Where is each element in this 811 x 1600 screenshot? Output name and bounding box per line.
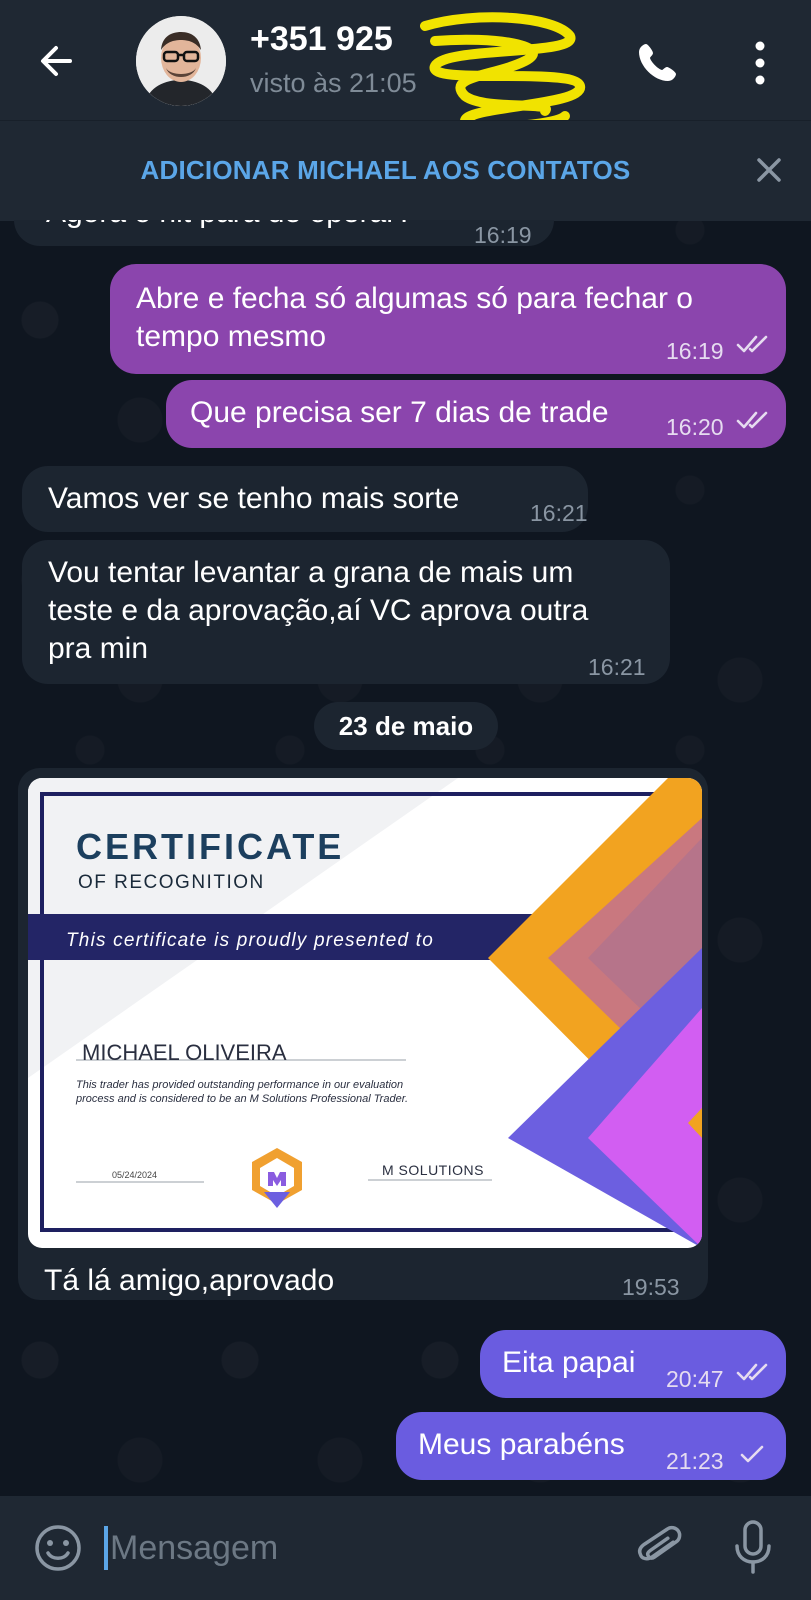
message-bubble-incoming[interactable]: Vou tentar levantar a grana de mais um t… (22, 540, 670, 684)
phone-icon[interactable] (632, 38, 682, 88)
arrow-left-icon[interactable] (32, 36, 82, 86)
message-bubble-outgoing[interactable]: Abre e fecha só algumas só para fechar o… (110, 264, 786, 374)
add-contact-button[interactable]: ADICIONAR MICHAEL AOS CONTATOS (0, 155, 811, 186)
certificate-presented: This certificate is proudly presented to (66, 930, 434, 951)
chat-header: +351 925 visto às 21:05 (0, 0, 811, 132)
message-time: 16:19 (666, 338, 724, 364)
message-text-line: teste e da aprovação,aí VC aprova outra (48, 594, 589, 627)
check-icon (740, 1445, 764, 1463)
contact-title[interactable]: +351 925 (250, 20, 393, 59)
message-bubble-incoming[interactable]: Vamos ver se tenho mais sorte 16:21 (22, 466, 588, 532)
message-time: 21:23 (666, 1448, 724, 1474)
message-time: 19:53 (622, 1274, 680, 1300)
paperclip-icon[interactable] (632, 1520, 688, 1576)
message-text: Meus parabéns (418, 1428, 625, 1461)
certificate-company: M SOLUTIONS (382, 1162, 484, 1178)
message-text-line: tempo mesmo (136, 320, 327, 353)
certificate-subtitle: OF RECOGNITION (78, 872, 265, 893)
message-bubble-outgoing[interactable]: Eita papai 20:47 (480, 1330, 786, 1398)
date-separator: 23 de maio (314, 702, 498, 750)
add-contact-bar: ADICIONAR MICHAEL AOS CONTATOS (0, 120, 811, 221)
message-time: 16:21 (530, 500, 588, 526)
message-text: Tá lá amigo,aprovado (44, 1264, 335, 1297)
message-bubble-outgoing[interactable]: Meus parabéns 21:23 (396, 1412, 786, 1480)
certificate-image[interactable]: CERTIFICATE OF RECOGNITION This certific… (28, 778, 702, 1248)
message-text-line: pra min (48, 632, 149, 665)
message-time: 16:20 (666, 414, 724, 440)
certificate-description: This trader has provided outstanding per… (76, 1079, 409, 1105)
certificate-title: CERTIFICATE (76, 826, 345, 867)
microphone-icon[interactable] (730, 1518, 776, 1578)
message-time: 20:47 (666, 1366, 724, 1392)
message-text: Vamos ver se tenho mais sorte (48, 482, 460, 515)
certificate-name: MICHAEL OLIVEIRA (82, 1040, 287, 1065)
message-text-line: Abre e fecha só algumas só para fechar o (136, 282, 693, 315)
emoji-icon[interactable] (30, 1520, 86, 1576)
certificate-date: 05/24/2024 (112, 1170, 158, 1180)
message-time: 16:21 (588, 654, 646, 680)
message-bubble-outgoing[interactable]: Que precisa ser 7 dias de trade 16:20 (166, 380, 786, 448)
more-vertical-icon[interactable] (740, 38, 780, 88)
person-icon (136, 16, 226, 106)
avatar[interactable] (136, 16, 226, 106)
message-text: Eita papai (502, 1346, 636, 1379)
close-icon[interactable] (752, 153, 786, 187)
message-text-line: Vou tentar levantar a grana de mais um (48, 556, 574, 589)
message-text: Que precisa ser 7 dias de trade (190, 396, 609, 429)
redaction-scribble (420, 12, 585, 132)
double-check-icon (736, 335, 768, 353)
double-check-icon (736, 1363, 768, 1381)
message-bubble-image[interactable]: CERTIFICATE OF RECOGNITION This certific… (18, 768, 708, 1300)
message-input[interactable] (108, 1522, 592, 1574)
double-check-icon (736, 411, 768, 429)
company-logo-icon (252, 1148, 302, 1208)
last-seen-status: visto às 21:05 (250, 68, 417, 98)
message-input-bar (0, 1496, 811, 1600)
